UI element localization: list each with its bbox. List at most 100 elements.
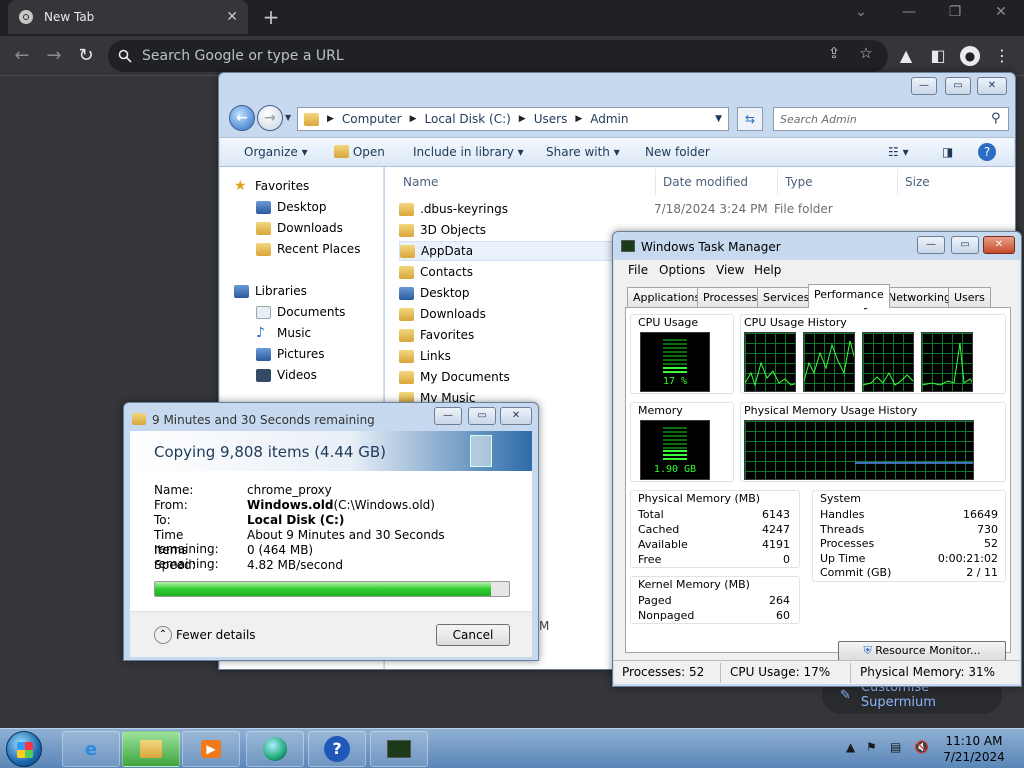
nav-videos[interactable]: Videos	[256, 368, 317, 382]
kv-threads: Threads 730	[820, 523, 998, 536]
cpu-history-line	[745, 361, 795, 387]
explorer-minimize-icon[interactable]: —	[911, 77, 937, 95]
taskbar-explorer-icon[interactable]	[122, 731, 180, 767]
omnibox[interactable]	[108, 40, 888, 72]
recent-pages-icon[interactable]: ▼	[285, 113, 291, 122]
column-type[interactable]: Type	[785, 175, 813, 189]
start-button[interactable]	[6, 731, 42, 767]
include-library-button[interactable]: Include in library ▾	[413, 145, 524, 159]
fewer-details-toggle[interactable]: ⌃ Fewer details	[154, 626, 256, 644]
share-with-button[interactable]: Share with ▾	[546, 145, 620, 159]
taskbar-browser-icon[interactable]	[246, 731, 304, 767]
taskbar-help-icon[interactable]: ?	[308, 731, 366, 767]
breadcrumb-local-disk[interactable]: Local Disk (C:)	[425, 112, 511, 126]
column-size[interactable]: Size	[905, 175, 930, 189]
task-manager-body: Applications Processes Services Performa…	[614, 280, 1020, 662]
status-divider	[720, 663, 721, 683]
restore-icon[interactable]: ❐	[940, 4, 970, 20]
menu-view[interactable]: View	[716, 263, 744, 277]
new-tab-button[interactable]: +	[258, 4, 284, 30]
tab-networking[interactable]: Networking	[882, 287, 957, 307]
menu-file[interactable]: File	[628, 263, 648, 277]
tab-title: New Tab	[44, 10, 95, 24]
tray-network-icon[interactable]: ▤	[890, 740, 901, 754]
explorer-maximize-icon[interactable]: ▭	[945, 77, 971, 95]
nav-pictures[interactable]: Pictures	[256, 347, 325, 361]
explorer-close-icon[interactable]: ✕	[977, 77, 1007, 95]
extensions-icon[interactable]: ▲	[894, 44, 918, 68]
tab-processes[interactable]: Processes	[697, 287, 764, 307]
bookmark-star-icon[interactable]: ☆	[856, 44, 876, 64]
detail-value-bold[interactable]: Local Disk (C:)	[247, 513, 344, 527]
taskbar-task-manager-icon[interactable]	[370, 731, 428, 767]
reload-icon[interactable]: ↻	[74, 44, 98, 68]
kv-key: Threads	[820, 523, 865, 536]
nav-downloads[interactable]: Downloads	[256, 221, 343, 235]
nav-favorites[interactable]: ★ Favorites	[234, 177, 309, 194]
copy-close-icon[interactable]: ✕	[500, 407, 532, 425]
share-icon[interactable]: ⇪	[824, 44, 844, 64]
address-dropdown-icon[interactable]: ▼	[715, 114, 722, 124]
explorer-back-icon[interactable]: ←	[229, 105, 255, 131]
new-folder-button[interactable]: New folder	[645, 145, 710, 159]
nav-libraries[interactable]: Libraries	[234, 284, 307, 298]
nav-desktop[interactable]: Desktop	[256, 200, 327, 214]
refresh-icon[interactable]: ⇆	[737, 107, 763, 131]
breadcrumb-computer[interactable]: Computer	[342, 112, 402, 126]
column-date-modified[interactable]: Date modified	[663, 175, 748, 189]
tm-minimize-icon[interactable]: —	[917, 236, 945, 254]
resource-monitor-button[interactable]: ⛨ Resource Monitor...	[838, 641, 1006, 661]
tray-expand-icon[interactable]: ▲	[846, 740, 855, 754]
kv-processes: Processes 52	[820, 537, 998, 550]
address-bar[interactable]: ▶ Computer ▶ Local Disk (C:) ▶ Users ▶ A…	[297, 107, 729, 131]
nav-documents[interactable]: Documents	[256, 305, 345, 319]
tm-maximize-icon[interactable]: ▭	[951, 236, 979, 254]
menu-kebab-icon[interactable]: ⋮	[990, 44, 1014, 68]
menu-options[interactable]: Options	[659, 263, 705, 277]
file-row[interactable]: .dbus-keyrings 7/18/2024 3:24 PM File fold…	[399, 199, 999, 219]
taskbar-media-player-icon[interactable]: ▶	[182, 731, 240, 767]
tray-flag-icon[interactable]: ⚑	[866, 740, 877, 754]
copy-minimize-icon[interactable]: —	[434, 407, 462, 425]
tab-close-icon[interactable]: ✕	[226, 9, 238, 25]
help-icon[interactable]: ?	[978, 143, 996, 161]
side-panel-icon[interactable]: ◧	[926, 44, 950, 68]
omnibox-input[interactable]	[142, 48, 782, 64]
organize-button[interactable]: Organize ▾	[244, 145, 308, 159]
tab-applications[interactable]: Applications	[627, 287, 707, 307]
open-button[interactable]: Open	[334, 145, 385, 159]
detail-value-bold[interactable]: Windows.old	[247, 498, 333, 512]
cpu-usage-fill	[663, 367, 687, 373]
explorer-forward-icon[interactable]: →	[257, 105, 283, 131]
profile-avatar-icon[interactable]: ●	[960, 46, 980, 66]
column-name[interactable]: Name	[403, 175, 438, 189]
chrome-tab-new-tab[interactable]: New Tab ✕	[8, 0, 248, 34]
back-arrow-icon[interactable]: ←	[10, 44, 34, 68]
tm-close-icon[interactable]: ✕	[983, 236, 1015, 254]
nav-music[interactable]: ♪ Music	[256, 326, 311, 341]
copy-maximize-icon[interactable]: ▭	[468, 407, 496, 425]
tab-performance[interactable]: Performance	[808, 284, 890, 308]
nav-recent-places[interactable]: Recent Places	[256, 242, 360, 256]
taskbar-ie-icon[interactable]: e	[62, 731, 120, 767]
cancel-button[interactable]: Cancel	[436, 624, 510, 646]
menu-help[interactable]: Help	[754, 263, 781, 277]
kv-value: 264	[769, 594, 790, 607]
tab-search-icon[interactable]: ⌄	[846, 4, 876, 20]
preview-pane-icon[interactable]: ◨	[942, 145, 953, 159]
close-window-icon[interactable]: ✕	[986, 4, 1016, 20]
tab-users[interactable]: Users	[948, 287, 991, 307]
taskbar-clock[interactable]: 11:10 AM 7/21/2024	[934, 733, 1014, 765]
tab-services[interactable]: Services	[757, 287, 816, 307]
tray-volume-icon[interactable]: 🔇	[914, 740, 929, 754]
breadcrumb-admin[interactable]: Admin	[590, 112, 628, 126]
recent-places-icon	[256, 242, 271, 256]
explorer-search-input[interactable]	[773, 107, 1009, 131]
breadcrumb-users[interactable]: Users	[534, 112, 568, 126]
physical-memory-label: Physical Memory (MB)	[638, 492, 761, 505]
forward-arrow-icon[interactable]: →	[42, 44, 66, 68]
kv-key: Available	[638, 538, 688, 551]
star-icon: ★	[234, 177, 247, 194]
view-options-icon[interactable]: ☷ ▾	[888, 145, 909, 159]
minimize-icon[interactable]: —	[894, 4, 924, 20]
